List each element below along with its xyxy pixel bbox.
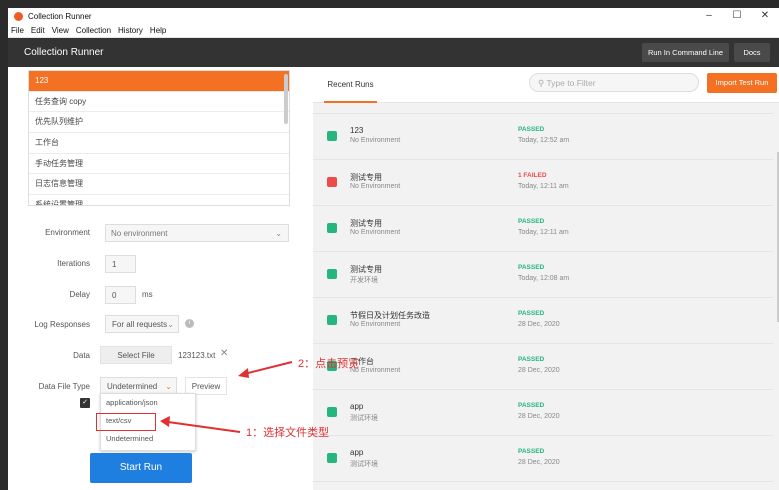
annotation-arrows (160, 361, 293, 433)
app-window: Collection Runner – ☐ ✕ File Edit View C… (8, 8, 779, 490)
annotation-arrow-step1 (167, 421, 241, 433)
arrowhead-icon (160, 416, 170, 427)
arrowhead-icon (238, 368, 249, 378)
annotation-arrow-step2 (243, 361, 293, 375)
